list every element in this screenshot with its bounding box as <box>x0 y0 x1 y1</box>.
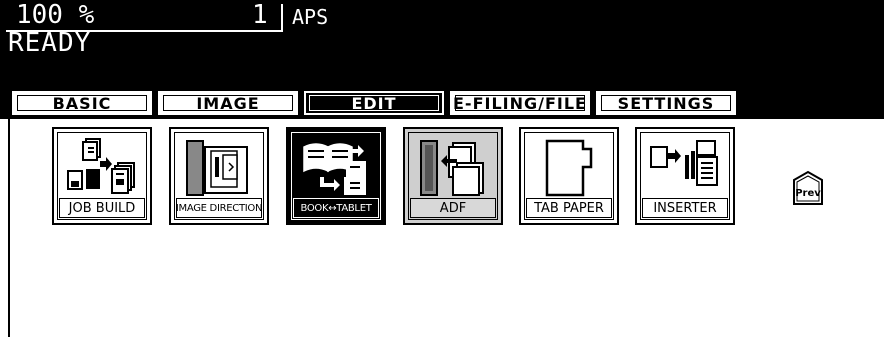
image-direction-icon <box>186 140 248 196</box>
book-tablet-button[interactable]: BOOK↔TABLET <box>286 127 386 225</box>
tab-settings-label: SETTINGS <box>617 93 715 113</box>
tab-paper-label: TAB PAPER <box>526 198 612 218</box>
adf-label: ADF <box>410 198 496 218</box>
prev-label: Prev <box>795 188 821 199</box>
book-tablet-icon <box>303 143 366 195</box>
job-build-label: JOB BUILD <box>59 198 145 218</box>
tab-edit[interactable]: EDIT <box>304 91 444 115</box>
image-direction-button[interactable]: IMAGE DIRECTION <box>169 127 269 225</box>
panel-border <box>8 119 10 337</box>
tab-basic-label: BASIC <box>52 93 112 113</box>
status-message: READY <box>8 28 92 58</box>
tab-e-filing-file[interactable]: E-FILING/FILE <box>450 91 590 115</box>
job-build-icon <box>67 138 135 194</box>
tab-basic[interactable]: BASIC <box>12 91 152 115</box>
inserter-button[interactable]: INSERTER <box>635 127 735 225</box>
status-area: 100 % 1 APS READY BASIC IMAGE EDIT E-FIL… <box>0 0 884 119</box>
tab-edit-label: EDIT <box>351 93 397 113</box>
tab-image[interactable]: IMAGE <box>158 91 298 115</box>
inserter-icon <box>650 140 718 186</box>
job-build-button[interactable]: JOB BUILD <box>52 127 152 225</box>
book-tablet-label: BOOK↔TABLET <box>293 198 379 218</box>
adf-button[interactable]: ADF <box>403 127 503 225</box>
inserter-label: INSERTER <box>642 198 728 218</box>
adf-icon <box>420 140 484 196</box>
copy-quantity: 1 <box>252 0 268 30</box>
prev-button[interactable]: Prev <box>792 170 824 206</box>
tab-bar: BASIC IMAGE EDIT E-FILING/FILE SETTINGS <box>0 91 884 117</box>
tab-e-filing-file-label: E-FILING/FILE <box>453 93 587 113</box>
copier-panel: 100 % 1 APS READY BASIC IMAGE EDIT E-FIL… <box>0 0 884 337</box>
paper-size: APS <box>292 5 329 29</box>
tab-paper-button[interactable]: TAB PAPER <box>519 127 619 225</box>
tab-settings[interactable]: SETTINGS <box>596 91 736 115</box>
zoom-ratio: 100 % <box>16 0 95 30</box>
tab-paper-icon <box>545 139 593 197</box>
tab-image-label: IMAGE <box>196 93 260 113</box>
image-direction-label: IMAGE DIRECTION <box>176 198 262 218</box>
